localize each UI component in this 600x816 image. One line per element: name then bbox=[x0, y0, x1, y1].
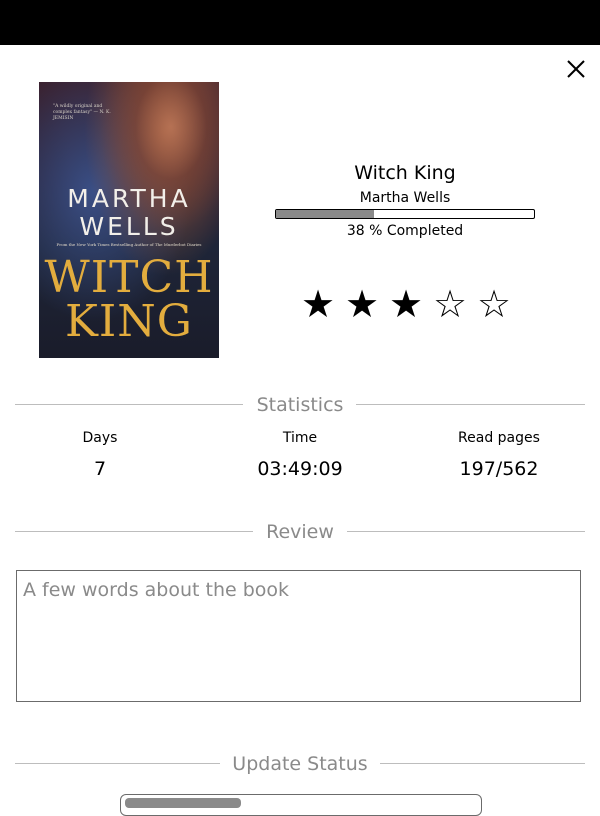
update-status-header: Update Status bbox=[15, 748, 585, 778]
star-filled-icon[interactable]: ★ bbox=[296, 282, 340, 326]
book-title: Witch King bbox=[354, 162, 456, 184]
divider-line bbox=[380, 763, 585, 764]
review-title: Review bbox=[266, 521, 334, 543]
stat-read-pages: Read pages 197/562 bbox=[419, 430, 579, 480]
stat-time-value: 03:49:09 bbox=[257, 458, 343, 480]
statistics-header: Statistics bbox=[15, 389, 585, 419]
divider-line bbox=[347, 531, 585, 532]
status-bar bbox=[0, 0, 600, 45]
star-filled-icon[interactable]: ★ bbox=[340, 282, 384, 326]
status-toggle[interactable] bbox=[120, 794, 482, 816]
reading-progress-fill bbox=[276, 210, 375, 218]
progress-text: 38 % Completed bbox=[346, 223, 464, 239]
book-author: Martha Wells bbox=[359, 190, 451, 206]
review-input[interactable] bbox=[17, 571, 580, 701]
star-empty-icon[interactable]: ☆ bbox=[472, 282, 516, 326]
star-filled-icon[interactable]: ★ bbox=[384, 282, 428, 326]
close-icon[interactable] bbox=[562, 55, 590, 83]
cover-author-line1: MARTHA bbox=[67, 184, 191, 213]
close-button[interactable] bbox=[562, 55, 590, 83]
review-box[interactable] bbox=[16, 570, 581, 702]
reading-progress-bar bbox=[275, 209, 535, 219]
update-status-title: Update Status bbox=[232, 753, 368, 775]
cover-title-line2: KING bbox=[65, 296, 193, 347]
statistics-title: Statistics bbox=[256, 394, 344, 416]
book-cover: "A wildly original and complex fantasy" … bbox=[39, 82, 219, 358]
stat-days-label: Days bbox=[82, 430, 118, 446]
stat-days: Days 7 bbox=[20, 430, 180, 480]
cover-tagline: From the New York Times Bestselling Auth… bbox=[56, 242, 202, 247]
stat-read-pages-label: Read pages bbox=[458, 430, 540, 446]
stat-time: Time 03:49:09 bbox=[220, 430, 380, 480]
review-header: Review bbox=[15, 516, 585, 546]
cover-blurb: "A wildly original and complex fantasy" … bbox=[53, 104, 111, 121]
star-empty-icon[interactable]: ☆ bbox=[428, 282, 472, 326]
stat-days-value: 7 bbox=[93, 458, 107, 480]
stat-time-label: Time bbox=[282, 430, 318, 446]
stat-read-pages-value: 197/562 bbox=[459, 458, 539, 480]
cover-author-line2: WELLS bbox=[79, 212, 179, 241]
divider-line bbox=[356, 404, 585, 405]
star-rating[interactable]: ★ ★ ★ ☆ ☆ bbox=[296, 282, 516, 326]
